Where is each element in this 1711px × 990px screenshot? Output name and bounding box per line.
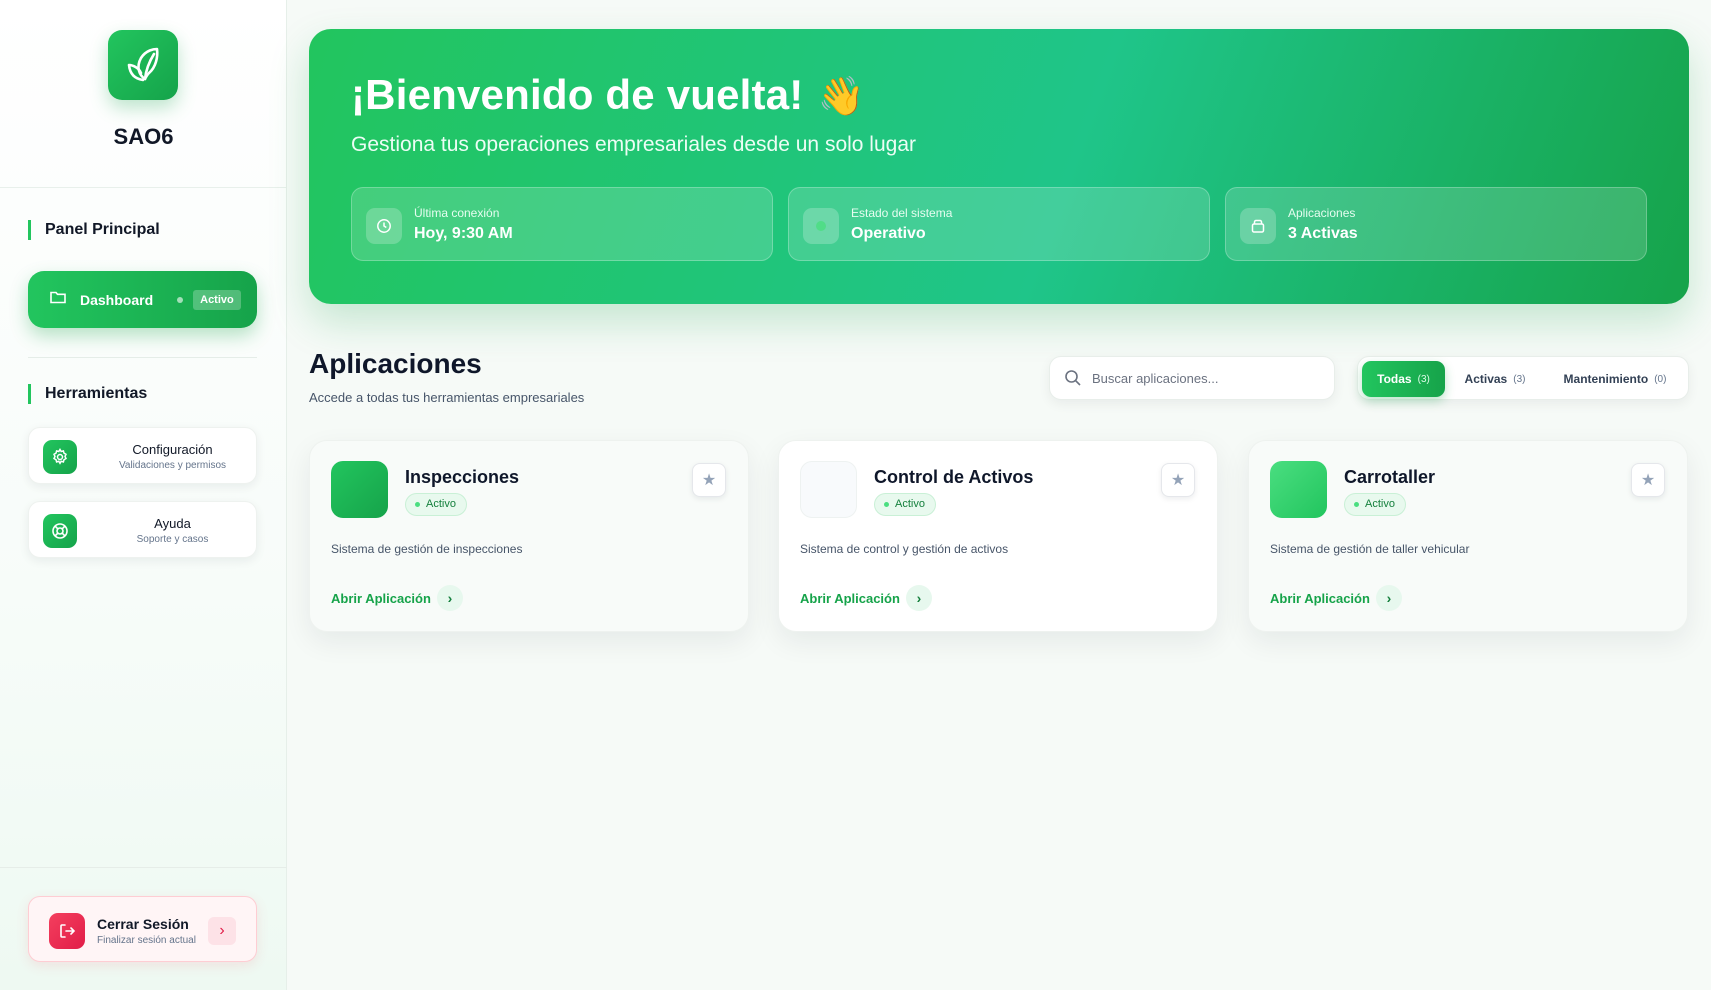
wave-icon: 👋 [817,76,865,118]
chevron-right-icon: › [436,585,463,611]
status-badge: Activo [1344,493,1406,516]
status-dot-icon [177,296,184,303]
filter-tab-mantenimiento[interactable]: Mantenimiento (0) [1544,361,1686,397]
filter-label: Activas [1464,372,1508,386]
welcome-subtitle: Gestiona tus operaciones empresariales d… [351,133,917,156]
filter-count: (0) [1654,373,1667,385]
logout-subtitle: Finalizar sesión actual [97,935,196,946]
app-icon [800,461,857,518]
app-card-inspecciones[interactable]: Inspecciones Activo ★ Sistema de gestión… [309,440,749,632]
sidebar-divider [0,867,287,868]
tool-subtitle: Validaciones y permisos [118,460,227,471]
open-app-label: Abrir Aplicación [331,590,431,606]
open-app-label: Abrir Aplicación [800,590,900,606]
favorite-star-icon[interactable]: ★ [692,463,726,497]
stat-value: 3 Activas [1288,225,1358,242]
stat-value: Operativo [851,225,926,242]
tool-title: Configuración [132,442,213,457]
sidebar: SAO6 Panel Principal Dashboard Activo He… [0,0,287,990]
brand-name: SAO6 [113,124,174,149]
search-icon [1064,369,1082,392]
sidebar-item-label: Dashboard [80,291,154,308]
folder-icon [50,290,66,309]
welcome-title-text: ¡Bienvenido de vuelta! [351,71,804,118]
welcome-banner: ¡Bienvenido de vuelta! 👋 Gestiona tus ope… [309,29,1689,304]
app-description: Sistema de gestión de taller vehicular [1270,542,1470,556]
brand-header: SAO6 [0,0,286,188]
filter-label: Mantenimiento [1563,372,1649,386]
status-badge: Activo [874,493,936,516]
app-card-carrotaller[interactable]: Carrotaller Activo ★ Sistema de gestión … [1248,440,1688,632]
sidebar-item-ayuda[interactable]: Ayuda Soporte y casos [28,501,257,558]
sidebar-item-dashboard[interactable]: Dashboard Activo [28,271,257,328]
active-badge: Activo [193,289,241,310]
open-app-button[interactable]: Abrir Aplicación › [331,585,463,611]
app-card-control-de-activos[interactable]: Control de Activos Activo ★ Sistema de c… [778,440,1218,632]
app-description: Sistema de gestión de inspecciones [331,542,523,556]
section-title-tools: Herramientas [28,384,147,404]
section-title-main: Panel Principal [28,220,160,240]
app-icon [331,461,388,518]
open-app-button[interactable]: Abrir Aplicación › [1270,585,1402,611]
filter-count: (3) [1513,373,1526,385]
search-box [1049,356,1335,400]
section-subtitle-applications: Accede a todas tus herramientas empresar… [309,390,585,405]
favorite-star-icon[interactable]: ★ [1631,463,1665,497]
stat-label: Estado del sistema [851,206,953,220]
app-icon [1270,461,1327,518]
open-app-label: Abrir Aplicación [1270,590,1370,606]
stat-label: Última conexión [414,206,500,220]
gear-icon [43,440,77,474]
filter-label: Todas [1377,372,1412,386]
logout-title: Cerrar Sesión [97,916,189,932]
chevron-right-icon: › [1375,585,1402,611]
stat-label: Aplicaciones [1288,206,1356,220]
chevron-right-icon: › [905,585,932,611]
open-app-button[interactable]: Abrir Aplicación › [800,585,932,611]
leaf-icon[interactable] [108,30,178,100]
stat-applications: Aplicaciones 3 Activas [1225,187,1647,261]
clock-icon [366,208,402,244]
app-description: Sistema de control y gestión de activos [800,542,1009,556]
box-icon [1240,208,1276,244]
filter-count: (3) [1417,373,1430,385]
lifebuoy-icon [43,514,77,548]
tool-title: Ayuda [154,516,191,531]
stat-value: Hoy, 9:30 AM [414,225,513,242]
logout-icon [49,913,85,949]
app-name: Control de Activos [874,467,1034,487]
status-badge: Activo [405,493,467,516]
sidebar-item-configuracion[interactable]: Configuración Validaciones y permisos [28,427,257,484]
filter-tab-activas[interactable]: Activas (3) [1450,361,1540,397]
stat-last-connection: Última conexión Hoy, 9:30 AM [351,187,773,261]
app-name: Inspecciones [405,467,520,487]
filter-tab-todas[interactable]: Todas (3) [1362,361,1445,397]
app-name: Carrotaller [1344,467,1436,487]
favorite-star-icon[interactable]: ★ [1161,463,1195,497]
tool-subtitle: Soporte y casos [136,534,209,545]
sidebar-divider [28,357,257,358]
stat-system-status: Estado del sistema Operativo [788,187,1210,261]
chevron-right-icon: › [208,917,236,945]
welcome-title: ¡Bienvenido de vuelta! 👋 [351,71,865,119]
filter-tabs: Todas (3) Activas (3) Mantenimiento (0) [1357,356,1689,400]
search-input[interactable] [1092,357,1322,399]
status-dot-icon [803,208,839,244]
logout-button[interactable]: Cerrar Sesión Finalizar sesión actual › [28,896,257,962]
section-title-applications: Aplicaciones [309,348,482,379]
